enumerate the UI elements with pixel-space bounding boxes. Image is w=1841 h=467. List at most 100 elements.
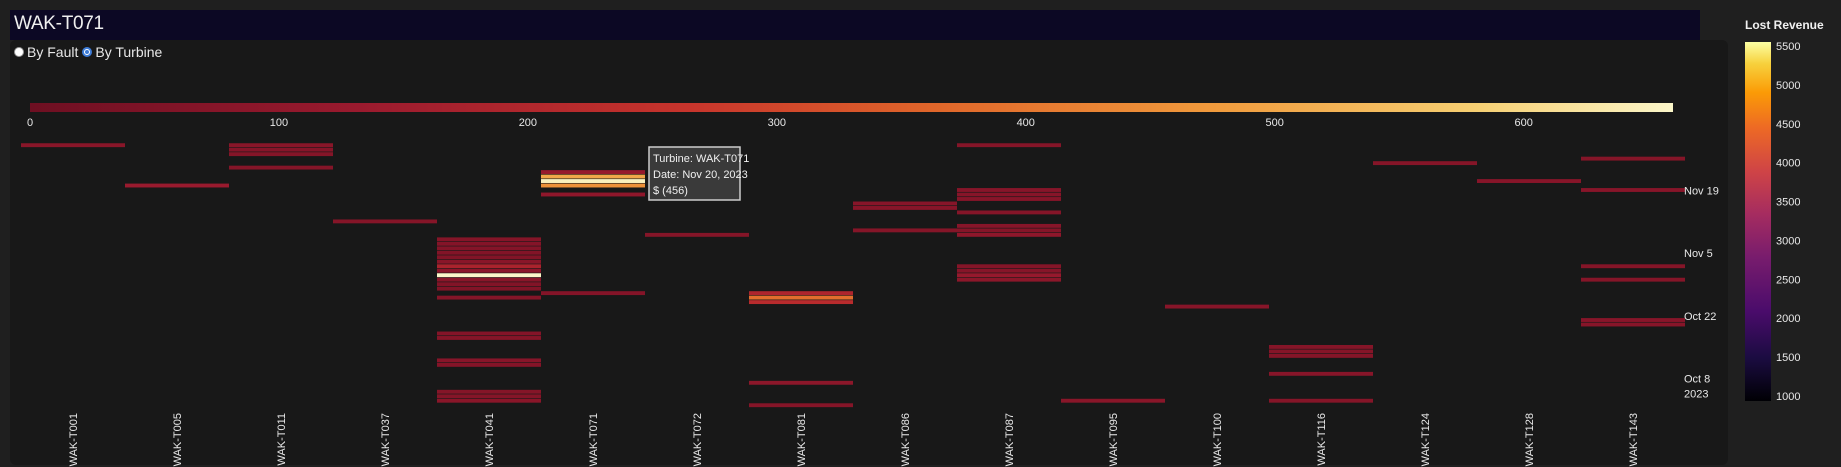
- heatmap-cell[interactable]: [957, 197, 1061, 201]
- heatmap-cell[interactable]: [437, 282, 541, 287]
- heatmap-cell[interactable]: [957, 228, 1061, 233]
- heatmap-cell[interactable]: [541, 179, 645, 183]
- heatmap-cell[interactable]: [1269, 349, 1373, 354]
- top-colorbar-tick: 0: [27, 117, 33, 129]
- heatmap-cell[interactable]: [957, 223, 1061, 228]
- heatmap-cell[interactable]: [1269, 344, 1373, 349]
- heatmap-cell[interactable]: [541, 192, 645, 197]
- heatmap-cells: [21, 143, 1685, 408]
- heatmap-cell[interactable]: [1581, 322, 1685, 327]
- heatmap-cell[interactable]: [229, 165, 333, 170]
- heatmap-cell[interactable]: [749, 291, 853, 296]
- x-axis-label: WAK-T011: [276, 413, 288, 466]
- heatmap-cell[interactable]: [229, 152, 333, 157]
- heatmap-cell[interactable]: [1373, 161, 1477, 166]
- top-colorbar-tick: 100: [270, 117, 288, 129]
- y-axis-labels: Nov 19 Nov 5 Oct 22 Oct 8 2023: [1684, 185, 1719, 400]
- x-axis-label: WAK-T143: [1628, 413, 1640, 466]
- heatmap-cell[interactable]: [749, 300, 853, 305]
- heatmap-cell[interactable]: [437, 273, 541, 278]
- top-colorbar-tick: 300: [768, 117, 786, 129]
- top-colorbar-ticks: 0 100 200 300 400 500 600: [27, 117, 1533, 129]
- legend-tick: 1000: [1776, 391, 1800, 403]
- legend-tick: 2500: [1776, 274, 1800, 286]
- legend-tick: 3500: [1776, 197, 1800, 209]
- heatmap-cell[interactable]: [541, 170, 645, 175]
- heatmap-cell[interactable]: [1165, 304, 1269, 309]
- top-colorbar-tick: 600: [1514, 117, 1532, 129]
- heatmap-chart: 0 100 200 300 400 500 600 WAK-T001 WAK-T005 WAK-…: [21, 18, 1824, 466]
- heatmap-cell[interactable]: [437, 331, 541, 336]
- heatmap-cell[interactable]: [437, 255, 541, 260]
- heatmap-cell[interactable]: [853, 228, 957, 233]
- heatmap-cell[interactable]: [437, 286, 541, 291]
- heatmap-cell[interactable]: [645, 232, 749, 237]
- x-axis-label: WAK-T095: [1108, 413, 1120, 466]
- heatmap-cell[interactable]: [437, 358, 541, 363]
- y-axis-sublabel: 2023: [1684, 389, 1708, 401]
- heatmap-cell[interactable]: [437, 241, 541, 246]
- heatmap-cell[interactable]: [437, 277, 541, 282]
- heatmap-cell[interactable]: [229, 143, 333, 148]
- heatmap-cell[interactable]: [1269, 371, 1373, 376]
- legend-tick: 3000: [1776, 235, 1800, 247]
- heatmap-cell[interactable]: [541, 174, 645, 179]
- heatmap-cell[interactable]: [333, 219, 437, 224]
- heatmap-cell[interactable]: [437, 246, 541, 251]
- legend-tick: 5500: [1776, 41, 1800, 53]
- heatmap-cell[interactable]: [437, 398, 541, 403]
- heatmap-cell[interactable]: [1581, 156, 1685, 161]
- heatmap-cell[interactable]: [749, 403, 853, 408]
- x-axis-label: WAK-T086: [900, 413, 912, 466]
- heatmap-cell[interactable]: [957, 264, 1061, 269]
- heatmap-cell[interactable]: [21, 143, 125, 148]
- heatmap-cell[interactable]: [749, 295, 853, 300]
- heatmap-cell[interactable]: [437, 268, 541, 273]
- heatmap-cell[interactable]: [1581, 318, 1685, 322]
- heatmap-cell[interactable]: [1581, 188, 1685, 192]
- heatmap-cell[interactable]: [541, 291, 645, 296]
- legend-tick: 5000: [1776, 80, 1800, 92]
- heatmap-cell[interactable]: [957, 232, 1061, 237]
- heatmap-cell[interactable]: [1581, 264, 1685, 269]
- heatmap-cell[interactable]: [1477, 179, 1581, 183]
- x-axis-label: WAK-T005: [172, 413, 184, 466]
- legend-tick: 4500: [1776, 119, 1800, 131]
- y-axis-label: Oct 8: [1684, 374, 1710, 386]
- legend-tick: 4000: [1776, 158, 1800, 170]
- heatmap-cell[interactable]: [437, 264, 541, 269]
- heatmap-cell[interactable]: [541, 183, 645, 188]
- heatmap-cell[interactable]: [437, 295, 541, 300]
- heatmap-cell[interactable]: [749, 380, 853, 385]
- heatmap-cell[interactable]: [957, 277, 1061, 282]
- x-axis-label: WAK-T081: [796, 413, 808, 466]
- heatmap-cell[interactable]: [957, 268, 1061, 273]
- heatmap-cell[interactable]: [853, 201, 957, 206]
- heatmap-cell[interactable]: [437, 394, 541, 399]
- top-colorbar-tick: 200: [519, 117, 537, 129]
- heatmap-cell[interactable]: [957, 192, 1061, 197]
- heatmap-cell[interactable]: [437, 336, 541, 340]
- tooltip-line-2: Date: Nov 20, 2023: [653, 169, 748, 181]
- heatmap-cell[interactable]: [229, 147, 333, 152]
- heatmap-cell[interactable]: [437, 237, 541, 242]
- top-colorbar: [30, 103, 1673, 112]
- heatmap-cell[interactable]: [957, 143, 1061, 148]
- heatmap-cell[interactable]: [1581, 277, 1685, 282]
- heatmap-cell[interactable]: [1061, 398, 1165, 403]
- heatmap-cell[interactable]: [853, 206, 957, 210]
- heatmap-cell[interactable]: [957, 210, 1061, 215]
- heatmap-cell[interactable]: [437, 259, 541, 264]
- heatmap-cell[interactable]: [957, 273, 1061, 278]
- heatmap-cell[interactable]: [437, 389, 541, 394]
- heatmap-cell[interactable]: [437, 250, 541, 255]
- tooltip-line-3: $ (456): [653, 185, 688, 197]
- y-axis-label: Nov 5: [1684, 248, 1713, 260]
- heatmap-cell[interactable]: [1269, 398, 1373, 403]
- heatmap-cell[interactable]: [1269, 353, 1373, 358]
- heatmap-cell[interactable]: [957, 188, 1061, 192]
- heatmap-cell[interactable]: [125, 183, 229, 188]
- legend-tick: 2000: [1776, 313, 1800, 325]
- heatmap-cell[interactable]: [437, 362, 541, 367]
- tooltip-line-1: Turbine: WAK-T071: [653, 153, 749, 165]
